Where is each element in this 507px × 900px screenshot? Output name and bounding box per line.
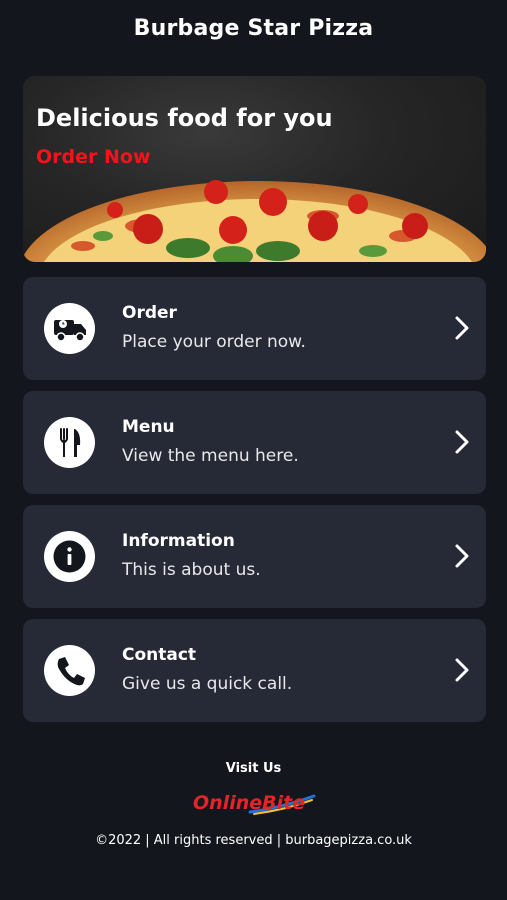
visit-us-label: Visit Us bbox=[225, 761, 282, 776]
app-screen: Burbage Star Pizza Delicious food for yo… bbox=[0, 0, 507, 900]
menu-card[interactable]: Menu View the menu here. bbox=[23, 391, 486, 494]
information-card[interactable]: Information This is about us. bbox=[23, 505, 486, 608]
contact-card[interactable]: Contact Give us a quick call. bbox=[23, 619, 486, 722]
card-title: Contact bbox=[122, 645, 197, 665]
card-title: Information bbox=[122, 531, 235, 551]
info-icon bbox=[44, 531, 95, 582]
chevron-right-icon bbox=[455, 544, 469, 568]
card-subtitle: This is about us. bbox=[122, 560, 261, 580]
svg-text:OnlineBite: OnlineBite bbox=[193, 792, 305, 814]
order-card[interactable]: Order Place your order now. bbox=[23, 277, 486, 380]
chevron-right-icon bbox=[455, 658, 469, 682]
card-subtitle: Place your order now. bbox=[122, 332, 306, 352]
copyright-text: ©2022 | All rights reserved | burbagepiz… bbox=[95, 833, 412, 848]
order-now-link[interactable]: Order Now bbox=[36, 146, 151, 168]
card-subtitle: Give us a quick call. bbox=[122, 674, 293, 694]
onlinebite-logo[interactable]: OnlineBite bbox=[190, 786, 320, 820]
fork-knife-icon bbox=[44, 417, 95, 468]
phone-icon bbox=[44, 645, 95, 696]
hero-headline: Delicious food for you bbox=[36, 104, 333, 132]
card-subtitle: View the menu here. bbox=[122, 446, 299, 466]
delivery-truck-icon bbox=[44, 303, 95, 354]
hero-banner[interactable]: Delicious food for you Order Now bbox=[23, 76, 486, 262]
page-title: Burbage Star Pizza bbox=[133, 16, 374, 41]
card-title: Menu bbox=[122, 417, 175, 437]
chevron-right-icon bbox=[455, 430, 469, 454]
card-title: Order bbox=[122, 303, 177, 323]
chevron-right-icon bbox=[455, 316, 469, 340]
